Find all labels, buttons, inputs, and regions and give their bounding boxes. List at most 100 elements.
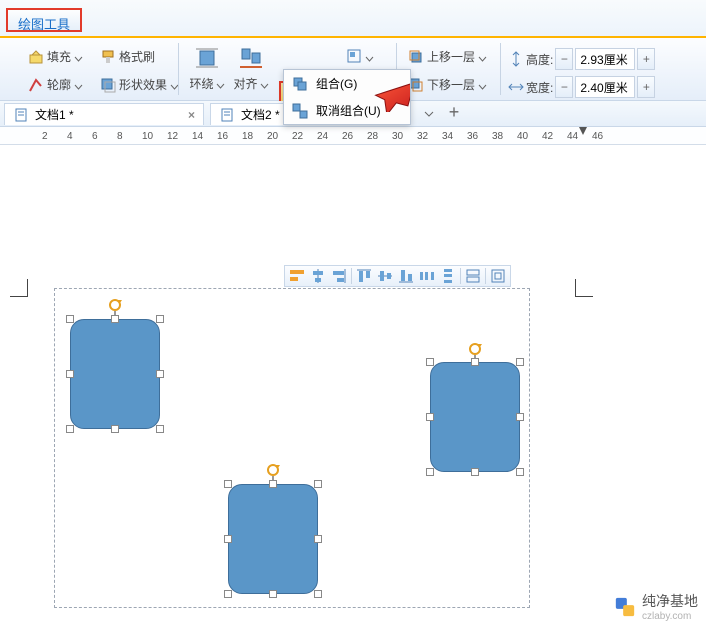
drawing-tools-tab[interactable]: 绘图工具	[6, 8, 82, 32]
close-icon[interactable]: ×	[188, 108, 195, 122]
width-decrease[interactable]: −	[555, 76, 573, 98]
resize-handle[interactable]	[314, 535, 322, 543]
resize-handle[interactable]	[516, 358, 524, 366]
align-label: 对齐	[233, 75, 257, 92]
ruler-tick: 20	[267, 131, 278, 142]
ruler-tick: 16	[217, 131, 228, 142]
chevron-down-icon	[74, 80, 83, 89]
ruler-tick: 30	[392, 131, 403, 142]
shape-effect-button[interactable]: 形状效果	[100, 76, 179, 93]
fill-label: 填充	[47, 48, 71, 65]
outline-button[interactable]: 轮廓	[28, 76, 83, 93]
resize-handle[interactable]	[66, 315, 74, 323]
resize-handle[interactable]	[314, 590, 322, 598]
resize-handle[interactable]	[224, 590, 232, 598]
chevron-down-icon	[478, 80, 487, 89]
selection-pane-button[interactable]	[346, 48, 374, 64]
resize-handle[interactable]	[156, 315, 164, 323]
same-size-icon[interactable]	[489, 267, 507, 285]
watermark-sub: czlaby.com	[642, 611, 698, 622]
height-decrease[interactable]: −	[555, 48, 573, 70]
width-input[interactable]	[575, 76, 635, 98]
resize-handle[interactable]	[156, 370, 164, 378]
document-icon	[219, 107, 235, 123]
width-group: 宽度: − +	[508, 76, 655, 98]
align-left-icon[interactable]	[288, 267, 306, 285]
annotation-arrow	[370, 72, 410, 112]
document-tab-1[interactable]: 文档1 * ×	[4, 103, 204, 125]
resize-handle[interactable]	[426, 413, 434, 421]
bring-forward-label: 上移一层	[427, 48, 475, 65]
resize-handle[interactable]	[426, 358, 434, 366]
align-button[interactable]: 对齐	[232, 44, 270, 92]
rounded-rectangle-shape[interactable]	[70, 319, 160, 429]
align-middle-icon[interactable]	[376, 267, 394, 285]
resize-handle[interactable]	[111, 425, 119, 433]
shape-effect-label: 形状效果	[119, 76, 167, 93]
align-center-h-icon[interactable]	[309, 267, 327, 285]
ruler-tick: 4	[67, 131, 73, 142]
new-tab-button[interactable]: +	[444, 102, 464, 122]
send-backward-button[interactable]: 下移一层	[408, 76, 487, 93]
height-group: 高度: − +	[508, 48, 655, 70]
resize-handle[interactable]	[426, 468, 434, 476]
resize-handle[interactable]	[224, 535, 232, 543]
ruler-tick: 28	[367, 131, 378, 142]
resize-handle[interactable]	[66, 425, 74, 433]
resize-handle[interactable]	[516, 468, 524, 476]
ruler-tick: 36	[467, 131, 478, 142]
distribute-v-icon[interactable]	[439, 267, 457, 285]
horizontal-ruler: 2468101214161820222426283032343638404244…	[0, 127, 706, 145]
rounded-rectangle-shape[interactable]	[430, 362, 520, 472]
separator	[460, 268, 461, 284]
outline-label: 轮廓	[47, 76, 71, 93]
ungroup-icon	[292, 103, 308, 119]
format-painter-button[interactable]: 格式刷	[100, 48, 155, 65]
align-top-icon[interactable]	[355, 267, 373, 285]
ruler-tick: 14	[192, 131, 203, 142]
distribute-h-icon[interactable]	[418, 267, 436, 285]
separator	[485, 268, 486, 284]
separator	[500, 43, 501, 95]
tab-list-icon[interactable]	[420, 105, 438, 123]
bring-forward-button[interactable]: 上移一层	[408, 48, 487, 65]
ruler-tick: 2	[42, 131, 48, 142]
canvas[interactable]	[0, 147, 706, 628]
ruler-tick: 46	[592, 131, 603, 142]
resize-handle[interactable]	[156, 425, 164, 433]
ruler-tick: 42	[542, 131, 553, 142]
shape-effect-icon	[100, 77, 116, 93]
separator	[178, 43, 179, 95]
resize-handle[interactable]	[111, 315, 119, 323]
resize-handle[interactable]	[314, 480, 322, 488]
chevron-down-icon	[216, 79, 225, 88]
align-bottom-icon[interactable]	[397, 267, 415, 285]
resize-handle[interactable]	[269, 480, 277, 488]
rounded-rectangle-shape[interactable]	[228, 484, 318, 594]
align-right-icon[interactable]	[330, 267, 348, 285]
resize-handle[interactable]	[516, 413, 524, 421]
height-input[interactable]	[575, 48, 635, 70]
resize-handle[interactable]	[269, 590, 277, 598]
wrap-icon	[193, 44, 221, 72]
page-margin-corner	[575, 279, 593, 297]
chevron-down-icon	[478, 52, 487, 61]
resize-handle[interactable]	[66, 370, 74, 378]
fill-icon	[28, 49, 44, 65]
height-increase[interactable]: +	[637, 48, 655, 70]
outline-icon	[28, 77, 44, 93]
group-icon	[292, 76, 308, 92]
same-width-icon[interactable]	[464, 267, 482, 285]
resize-handle[interactable]	[471, 468, 479, 476]
wrap-button[interactable]: 环绕	[188, 44, 226, 92]
chevron-down-icon	[365, 52, 374, 61]
ruler-tick: 32	[417, 131, 428, 142]
fill-button[interactable]: 填充	[28, 48, 83, 65]
resize-handle[interactable]	[471, 358, 479, 366]
resize-handle[interactable]	[224, 480, 232, 488]
ruler-indicator	[579, 127, 587, 135]
ruler-tick: 26	[342, 131, 353, 142]
width-label: 宽度:	[526, 79, 553, 96]
width-increase[interactable]: +	[637, 76, 655, 98]
ruler-tick: 24	[317, 131, 328, 142]
